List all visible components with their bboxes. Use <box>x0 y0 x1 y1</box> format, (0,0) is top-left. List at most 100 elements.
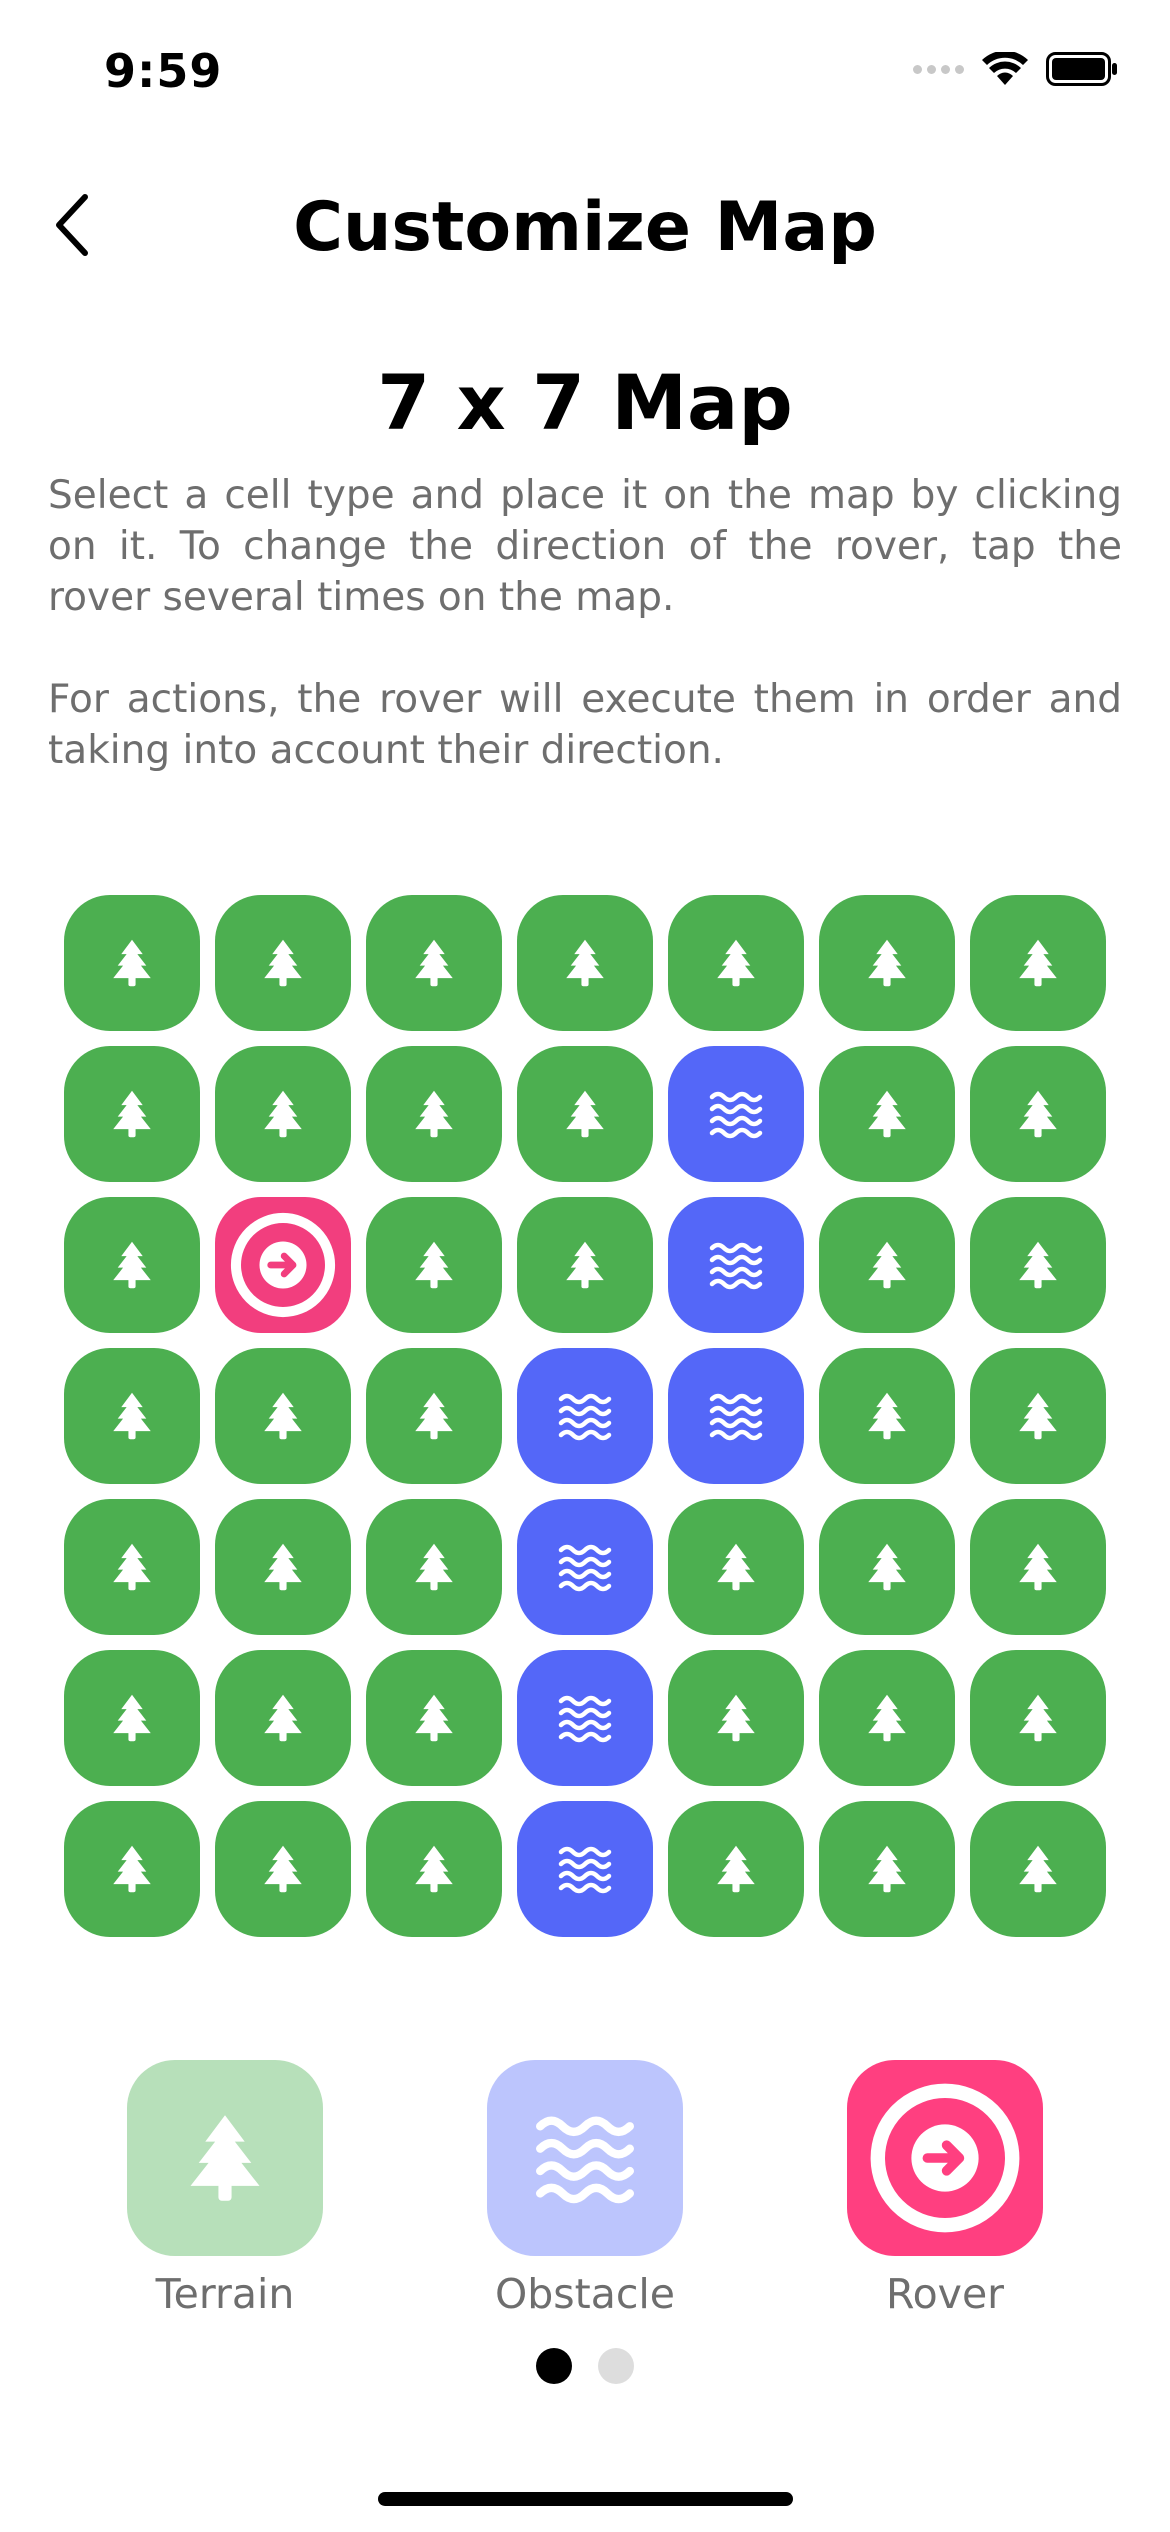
waves-icon <box>706 1386 766 1446</box>
tree-icon <box>862 1844 912 1894</box>
map-grid <box>64 895 1106 1937</box>
map-cell-terrain[interactable] <box>819 1197 955 1333</box>
map-cell-terrain[interactable] <box>970 1197 1106 1333</box>
tree-icon <box>560 1089 610 1139</box>
map-cell-obstacle[interactable] <box>517 1650 653 1786</box>
map-cell-terrain[interactable] <box>366 1499 502 1635</box>
palette-item-rover[interactable]: Rover <box>815 2060 1075 2318</box>
instructions-paragraph: For actions, the rover will execute them… <box>48 677 1122 773</box>
map-cell-terrain[interactable] <box>64 1348 200 1484</box>
map-cell-terrain[interactable] <box>970 1650 1106 1786</box>
map-cell-terrain[interactable] <box>668 1499 804 1635</box>
map-cell-terrain[interactable] <box>215 1650 351 1786</box>
tree-icon <box>107 1391 157 1441</box>
map-cell-terrain[interactable] <box>64 1650 200 1786</box>
palette-item-obstacle[interactable]: Obstacle <box>455 2060 715 2318</box>
tree-icon <box>409 1391 459 1441</box>
map-cell-terrain[interactable] <box>668 895 804 1031</box>
map-cell-obstacle[interactable] <box>517 1348 653 1484</box>
map-cell-terrain[interactable] <box>819 1499 955 1635</box>
map-cell-terrain[interactable] <box>366 1801 502 1937</box>
map-cell-terrain[interactable] <box>64 895 200 1031</box>
palette-label: Rover <box>885 2270 1005 2318</box>
tree-icon <box>258 1089 308 1139</box>
tree-icon <box>862 1240 912 1290</box>
map-cell-terrain[interactable] <box>970 1348 1106 1484</box>
tree-icon <box>1013 1089 1063 1139</box>
map-cell-terrain[interactable] <box>668 1801 804 1937</box>
map-cell-obstacle[interactable] <box>668 1197 804 1333</box>
map-cell-terrain[interactable] <box>366 895 502 1031</box>
cellular-signal-icon <box>913 64 964 74</box>
map-cell-terrain[interactable] <box>215 1046 351 1182</box>
tree-icon <box>560 1240 610 1290</box>
map-cell-terrain[interactable] <box>64 1499 200 1635</box>
tree-icon <box>409 1844 459 1894</box>
tree-icon <box>258 1844 308 1894</box>
map-cell-terrain[interactable] <box>366 1197 502 1333</box>
tree-icon <box>1013 1391 1063 1441</box>
map-cell-obstacle[interactable] <box>668 1348 804 1484</box>
tree-icon <box>711 1542 761 1592</box>
tree-icon <box>107 938 157 988</box>
palette-item-terrain[interactable]: Terrain <box>95 2060 355 2318</box>
waves-icon <box>555 1386 615 1446</box>
tree-icon <box>1013 938 1063 988</box>
map-cell-terrain[interactable] <box>64 1197 200 1333</box>
page-dot-2[interactable] <box>598 2348 634 2384</box>
cell-type-palette: Terrain Obstacle Rover <box>0 2060 1170 2340</box>
battery-icon <box>1046 52 1117 86</box>
palette-tile-obstacle[interactable] <box>487 2060 683 2256</box>
tree-icon <box>107 1844 157 1894</box>
map-cell-obstacle[interactable] <box>517 1801 653 1937</box>
tree-icon <box>107 1542 157 1592</box>
home-indicator[interactable] <box>378 2492 793 2506</box>
waves-icon <box>529 2102 641 2214</box>
arrow-circle-icon <box>227 1209 339 1321</box>
map-cell-terrain[interactable] <box>819 1801 955 1937</box>
map-cell-terrain[interactable] <box>970 1801 1106 1937</box>
palette-tile-terrain[interactable] <box>127 2060 323 2256</box>
waves-icon <box>555 1688 615 1748</box>
map-cell-terrain[interactable] <box>215 1348 351 1484</box>
palette-tile-rover[interactable] <box>847 2060 1043 2256</box>
map-cell-terrain[interactable] <box>64 1046 200 1182</box>
map-cell-terrain[interactable] <box>215 895 351 1031</box>
map-cell-terrain[interactable] <box>970 1499 1106 1635</box>
tree-icon <box>258 1693 308 1743</box>
map-cell-terrain[interactable] <box>215 1499 351 1635</box>
tree-icon <box>409 1693 459 1743</box>
status-icons <box>913 52 1118 86</box>
tree-icon <box>1013 1542 1063 1592</box>
map-cell-terrain[interactable] <box>970 1046 1106 1182</box>
map-cell-terrain[interactable] <box>64 1801 200 1937</box>
palette-label: Terrain <box>155 2270 295 2318</box>
map-cell-terrain[interactable] <box>819 1348 955 1484</box>
map-cell-terrain[interactable] <box>819 1650 955 1786</box>
map-cell-terrain[interactable] <box>819 1046 955 1182</box>
tree-icon <box>560 938 610 988</box>
page-dot-1[interactable] <box>536 2348 572 2384</box>
map-cell-rover[interactable] <box>215 1197 351 1333</box>
page-indicator <box>0 2348 1170 2384</box>
map-cell-terrain[interactable] <box>970 895 1106 1031</box>
map-cell-terrain[interactable] <box>517 895 653 1031</box>
tree-icon <box>258 1542 308 1592</box>
tree-icon <box>107 1693 157 1743</box>
tree-icon <box>409 1240 459 1290</box>
waves-icon <box>555 1537 615 1597</box>
arrow-circle-icon <box>865 2078 1025 2238</box>
map-cell-terrain[interactable] <box>366 1650 502 1786</box>
map-cell-terrain[interactable] <box>517 1046 653 1182</box>
map-cell-terrain[interactable] <box>366 1046 502 1182</box>
map-cell-terrain[interactable] <box>215 1801 351 1937</box>
map-cell-obstacle[interactable] <box>517 1499 653 1635</box>
map-cell-terrain[interactable] <box>668 1650 804 1786</box>
map-cell-terrain[interactable] <box>366 1348 502 1484</box>
page-title: Customize Map <box>293 188 877 267</box>
map-cell-terrain[interactable] <box>819 895 955 1031</box>
tree-icon <box>409 1542 459 1592</box>
map-cell-terrain[interactable] <box>517 1197 653 1333</box>
map-cell-obstacle[interactable] <box>668 1046 804 1182</box>
tree-icon <box>1013 1844 1063 1894</box>
